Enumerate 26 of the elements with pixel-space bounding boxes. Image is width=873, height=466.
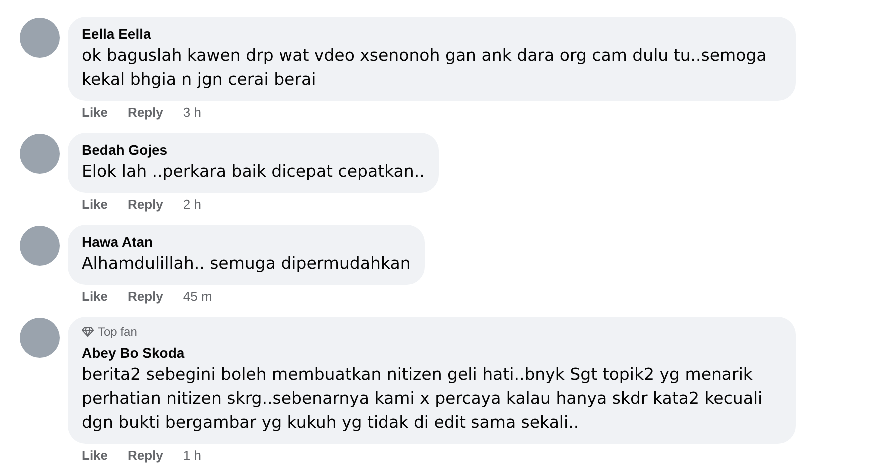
author-name[interactable]: Bedah Gojes [82, 141, 425, 159]
comment-text: ok baguslah kawen drp wat vdeo xsenonoh gan ank dara org cam dulu tu..semoga kekal bhgia n jgn cerai berai [82, 45, 768, 91]
timestamp[interactable]: 3 h [183, 105, 202, 121]
like-link[interactable]: Like [82, 105, 108, 121]
like-link[interactable]: Like [82, 289, 108, 305]
comment-text: berita2 sebegini boleh membuatkan nitizen geli hati..bnyk Sgt topik2 yg menarik perhatian nitizen skrg..sebenarnya kami x percaya kalau hanya skdr kata2 kecuali dgn bukti bergambar yg kukuh yg tidak di edit sama sekali.. [82, 364, 764, 434]
timestamp[interactable]: 1 h [183, 448, 202, 464]
avatar[interactable] [20, 134, 60, 174]
comment-text: Alhamdulillah.. semuga dipermudahkan [82, 253, 411, 275]
reply-link[interactable]: Reply [128, 289, 164, 305]
timestamp[interactable]: 2 h [183, 197, 202, 213]
reply-link[interactable]: Reply [128, 105, 164, 121]
author-name[interactable]: Eella Eella [82, 25, 782, 43]
avatar[interactable] [20, 318, 60, 358]
diamond-icon [82, 326, 94, 338]
like-link[interactable]: Like [82, 197, 108, 213]
avatar[interactable] [20, 226, 60, 266]
reply-link[interactable]: Reply [128, 448, 164, 464]
timestamp[interactable]: 45 m [183, 289, 212, 305]
top-fan-label: Top fan [98, 325, 138, 339]
author-name[interactable]: Abey Bo Skoda [82, 344, 782, 362]
author-name[interactable]: Hawa Atan [82, 233, 411, 251]
like-link[interactable]: Like [82, 448, 108, 464]
comment-text: Elok lah ..perkara baik dicepat cepatkan.. [82, 161, 425, 183]
avatar[interactable] [20, 18, 60, 58]
reply-link[interactable]: Reply [128, 197, 164, 213]
